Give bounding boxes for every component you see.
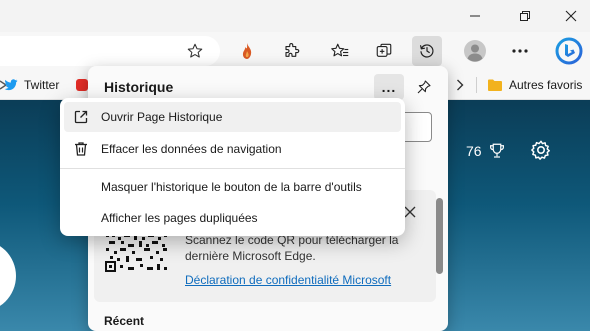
other-favorites-label: Autres favoris — [509, 78, 583, 92]
menu-item-label: Ouvrir Page Historique — [101, 110, 223, 124]
minimize-icon — [470, 15, 480, 17]
extensions-button[interactable] — [277, 36, 307, 66]
favorite-star-button[interactable] — [180, 36, 210, 66]
menu-item-show-duplicate-pages[interactable]: Afficher les pages dupliquées — [64, 203, 401, 233]
restore-icon — [520, 11, 530, 21]
menu-item-label: Effacer les données de navigation — [101, 142, 282, 156]
page-settings-button[interactable] — [530, 139, 552, 164]
bing-icon — [555, 37, 583, 65]
settings-and-more-button[interactable] — [505, 36, 535, 66]
privacy-statement-link[interactable]: Déclaration de confidentialité Microsoft — [185, 273, 391, 287]
trophy-icon — [489, 143, 504, 158]
title-bar — [0, 0, 590, 32]
pin-history-button[interactable] — [410, 74, 438, 100]
avatar-icon — [464, 40, 486, 62]
open-external-icon — [72, 108, 90, 126]
folder-icon — [488, 79, 502, 91]
favorites-icon — [331, 43, 349, 57]
history-more-options-button[interactable]: ... — [374, 74, 404, 100]
more-horizontal-icon — [512, 49, 528, 53]
favorite-twitter[interactable]: Twitter — [4, 76, 59, 94]
youtube-icon[interactable] — [76, 79, 88, 91]
profile-button[interactable] — [460, 36, 490, 66]
history-more-menu: Ouvrir Page Historique Effacer les donné… — [60, 98, 405, 236]
flame-icon — [242, 43, 252, 59]
puzzle-icon — [285, 43, 300, 57]
favorite-other-folder[interactable]: Autres favoris — [487, 76, 582, 94]
pin-icon — [417, 80, 431, 94]
star-icon — [187, 43, 203, 58]
favorites-button[interactable] — [325, 36, 355, 66]
promo-close-button[interactable] — [404, 202, 416, 223]
menu-item-clear-browsing-data[interactable]: Effacer les données de navigation — [64, 134, 401, 164]
promo-description: Scannez le code QR pour télécharger la d… — [185, 233, 399, 263]
gear-icon — [531, 140, 550, 160]
recent-section-heading: Récent — [104, 314, 145, 328]
minimize-button[interactable] — [452, 0, 498, 32]
qr-code — [104, 232, 170, 272]
menu-item-open-history-page[interactable]: Ouvrir Page Historique — [64, 102, 401, 132]
menu-item-label: Masquer l'historique le bouton de la bar… — [101, 180, 362, 194]
favorites-overflow-button[interactable] — [456, 78, 464, 92]
chevron-right-icon — [457, 79, 464, 91]
rewards-widget[interactable]: 76 — [466, 142, 506, 160]
extension-flame-button[interactable] — [232, 36, 262, 66]
qr-code-icon — [104, 232, 170, 272]
twitter-icon — [4, 79, 18, 91]
collections-icon — [376, 43, 392, 57]
menu-separator — [60, 168, 405, 169]
close-icon — [404, 206, 416, 218]
history-panel-title: Historique — [104, 79, 174, 95]
menu-item-label: Afficher les pages dupliquées — [101, 211, 258, 225]
bing-chat-button[interactable] — [553, 36, 585, 66]
rewards-points: 76 — [466, 143, 482, 159]
address-bar[interactable] — [0, 36, 220, 66]
browser-toolbar — [0, 32, 590, 70]
close-icon — [565, 10, 577, 22]
favorite-twitter-label: Twitter — [24, 78, 60, 92]
history-button[interactable] — [412, 36, 442, 66]
restore-button[interactable] — [502, 0, 548, 32]
trash-icon — [72, 140, 90, 158]
close-window-button[interactable] — [548, 0, 590, 32]
hero-circle[interactable] — [0, 240, 16, 312]
collections-button[interactable] — [369, 36, 399, 66]
favorites-divider — [476, 77, 477, 93]
history-scrollbar-thumb[interactable] — [436, 198, 443, 274]
history-icon — [420, 44, 434, 58]
menu-item-hide-history-button[interactable]: Masquer l'historique le bouton de la bar… — [64, 172, 401, 202]
